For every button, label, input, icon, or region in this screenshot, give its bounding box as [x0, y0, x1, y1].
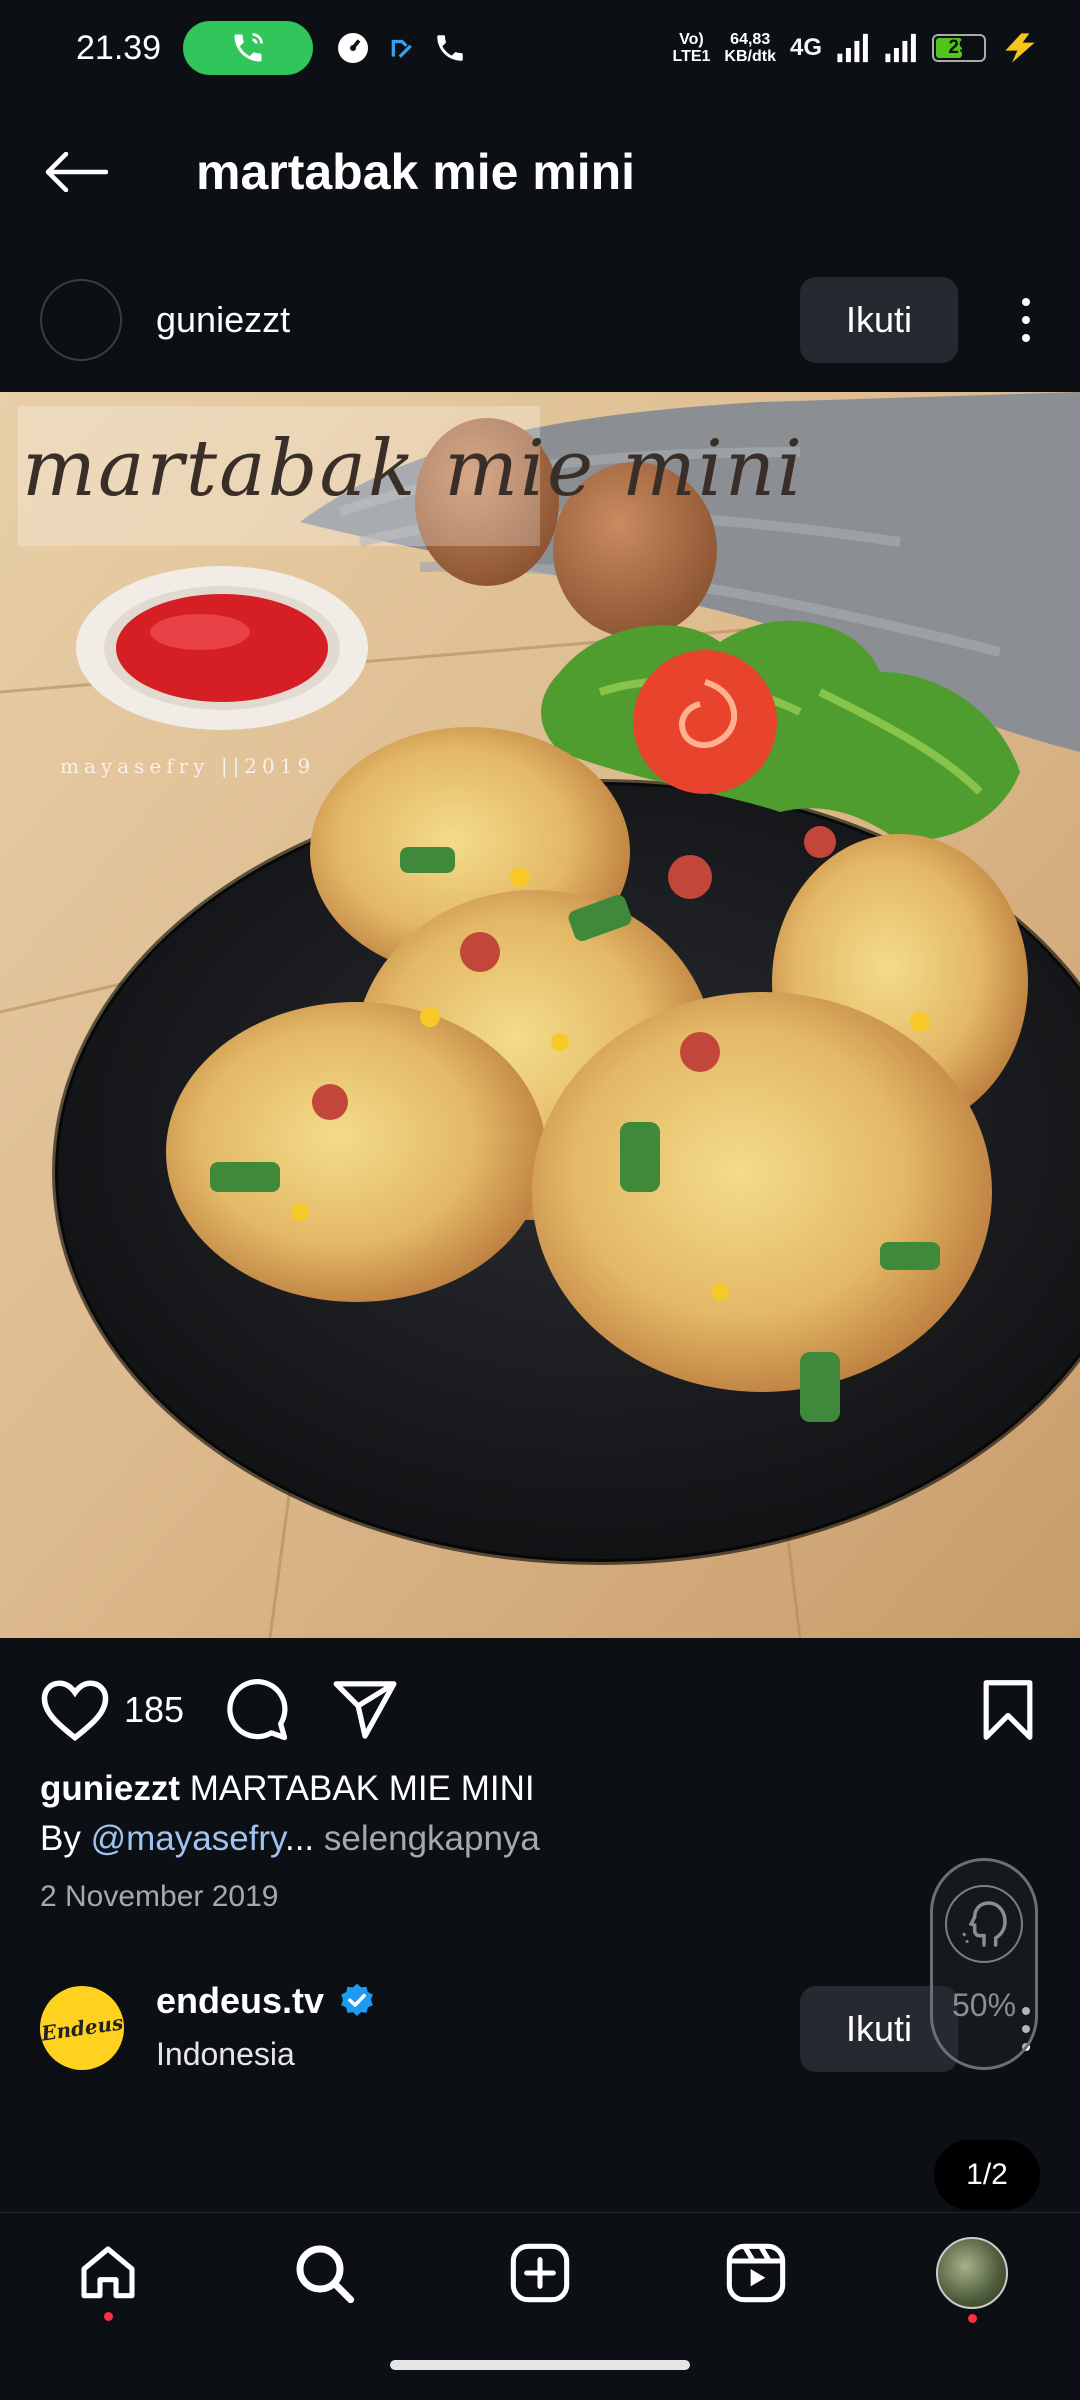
back-button[interactable] — [36, 132, 116, 212]
post-date: 2 November 2019 — [40, 1880, 279, 1913]
cell-label: 4G — [789, 34, 822, 61]
caption-username[interactable]: guniezzt — [40, 1769, 180, 1808]
endeus-logo: Endeus — [40, 2010, 124, 2046]
speedometer-icon — [335, 30, 371, 66]
phone-call-icon — [234, 33, 263, 62]
caption-by: By — [40, 1819, 81, 1858]
comment-button[interactable] — [224, 1677, 290, 1743]
bookmark-icon — [983, 1680, 1033, 1740]
post-header: guniezzt Ikuti — [0, 262, 1080, 378]
caption-ellipsis: ... — [284, 1819, 315, 1858]
nav-create[interactable] — [490, 2223, 590, 2323]
caption-more-link[interactable]: selengkapnya — [324, 1819, 540, 1858]
comment-icon — [227, 1679, 288, 1741]
status-bar: 21.39 Vo) LTE1 64,83 KB/dtk 4G 29 — [0, 0, 1080, 96]
ongoing-call-pill[interactable] — [183, 21, 314, 75]
status-indicators: Vo) LTE1 64,83 KB/dtk 4G 29 — [672, 31, 1040, 65]
image-watermark: mayasefry ||2019 — [60, 754, 316, 778]
suggested-account-location: Indonesia — [156, 2036, 295, 2072]
home-notification-dot — [104, 2311, 113, 2321]
widget-percent: 50% — [951, 1987, 1017, 2023]
nav-search[interactable] — [274, 2223, 374, 2323]
post-actions: 185 — [0, 1660, 1080, 1760]
post-caption: guniezzt MARTABAK MIE MINI By @mayasefry… — [40, 1764, 1040, 1864]
phone-icon — [433, 31, 467, 65]
caption-line-2: By @mayasefry... selengkapnya — [40, 1814, 1040, 1864]
reels-icon — [726, 2243, 786, 2302]
verified-badge-icon — [341, 1983, 373, 2017]
heart-icon — [41, 1680, 109, 1742]
author-username[interactable]: guniezzt — [156, 299, 290, 341]
author-avatar[interactable] — [40, 279, 122, 361]
app-notification-icon — [389, 35, 415, 61]
suggested-account-name[interactable]: endeus.tv — [156, 1980, 324, 2022]
top-app-bar: martabak mie mini — [0, 112, 1080, 232]
network-speed: 64,83 KB/dtk — [724, 31, 776, 65]
like-button[interactable] — [40, 1678, 110, 1742]
suggested-account: Endeus endeus.tv Indonesia Ikuti — [0, 1970, 1080, 2090]
save-button[interactable] — [980, 1680, 1036, 1740]
profile-notification-dot — [968, 2313, 977, 2323]
signal-icon — [837, 33, 868, 63]
follow-button[interactable]: Ikuti — [799, 277, 958, 363]
battery-icon: 29 — [932, 34, 986, 62]
post-options-button[interactable] — [1000, 277, 1052, 363]
home-gesture-bar[interactable] — [390, 2360, 690, 2370]
nav-home[interactable] — [58, 2223, 158, 2323]
charging-icon — [1005, 33, 1035, 63]
suggested-account-name-row: endeus.tv — [156, 1980, 376, 2022]
food-photo-illustration — [0, 392, 1080, 1638]
page-title: martabak mie mini — [196, 144, 636, 200]
face-profile-icon — [945, 1885, 1023, 1963]
share-button[interactable] — [332, 1679, 398, 1741]
search-icon — [296, 2245, 355, 2303]
page-indicator: 1/2 — [934, 2140, 1040, 2210]
add-post-icon — [510, 2243, 570, 2302]
back-arrow-icon — [45, 152, 108, 192]
suggested-account-avatar[interactable]: Endeus — [40, 1986, 124, 2070]
post-photo[interactable]: martabak mie mini mayasefry ||2019 — [0, 392, 1080, 1638]
caption-mention[interactable]: @mayasefry — [91, 1819, 285, 1858]
bottom-navigation — [0, 2212, 1080, 2332]
status-time: 21.39 — [76, 28, 162, 67]
home-icon — [81, 2245, 135, 2298]
profile-avatar — [936, 2236, 1008, 2309]
like-count[interactable]: 185 — [124, 1689, 184, 1731]
volte-indicator: Vo) LTE1 — [672, 31, 711, 65]
floating-eye-comfort-widget[interactable]: 50% — [930, 1858, 1038, 2070]
signal-icon-2 — [885, 33, 916, 63]
nav-profile[interactable] — [922, 2223, 1022, 2323]
nav-reels[interactable] — [706, 2223, 806, 2323]
image-overlay-title: martabak mie mini — [22, 424, 805, 514]
send-icon — [333, 1681, 397, 1739]
caption-line-1: guniezzt MARTABAK MIE MINI — [40, 1764, 1040, 1814]
caption-text: MARTABAK MIE MINI — [189, 1769, 535, 1808]
